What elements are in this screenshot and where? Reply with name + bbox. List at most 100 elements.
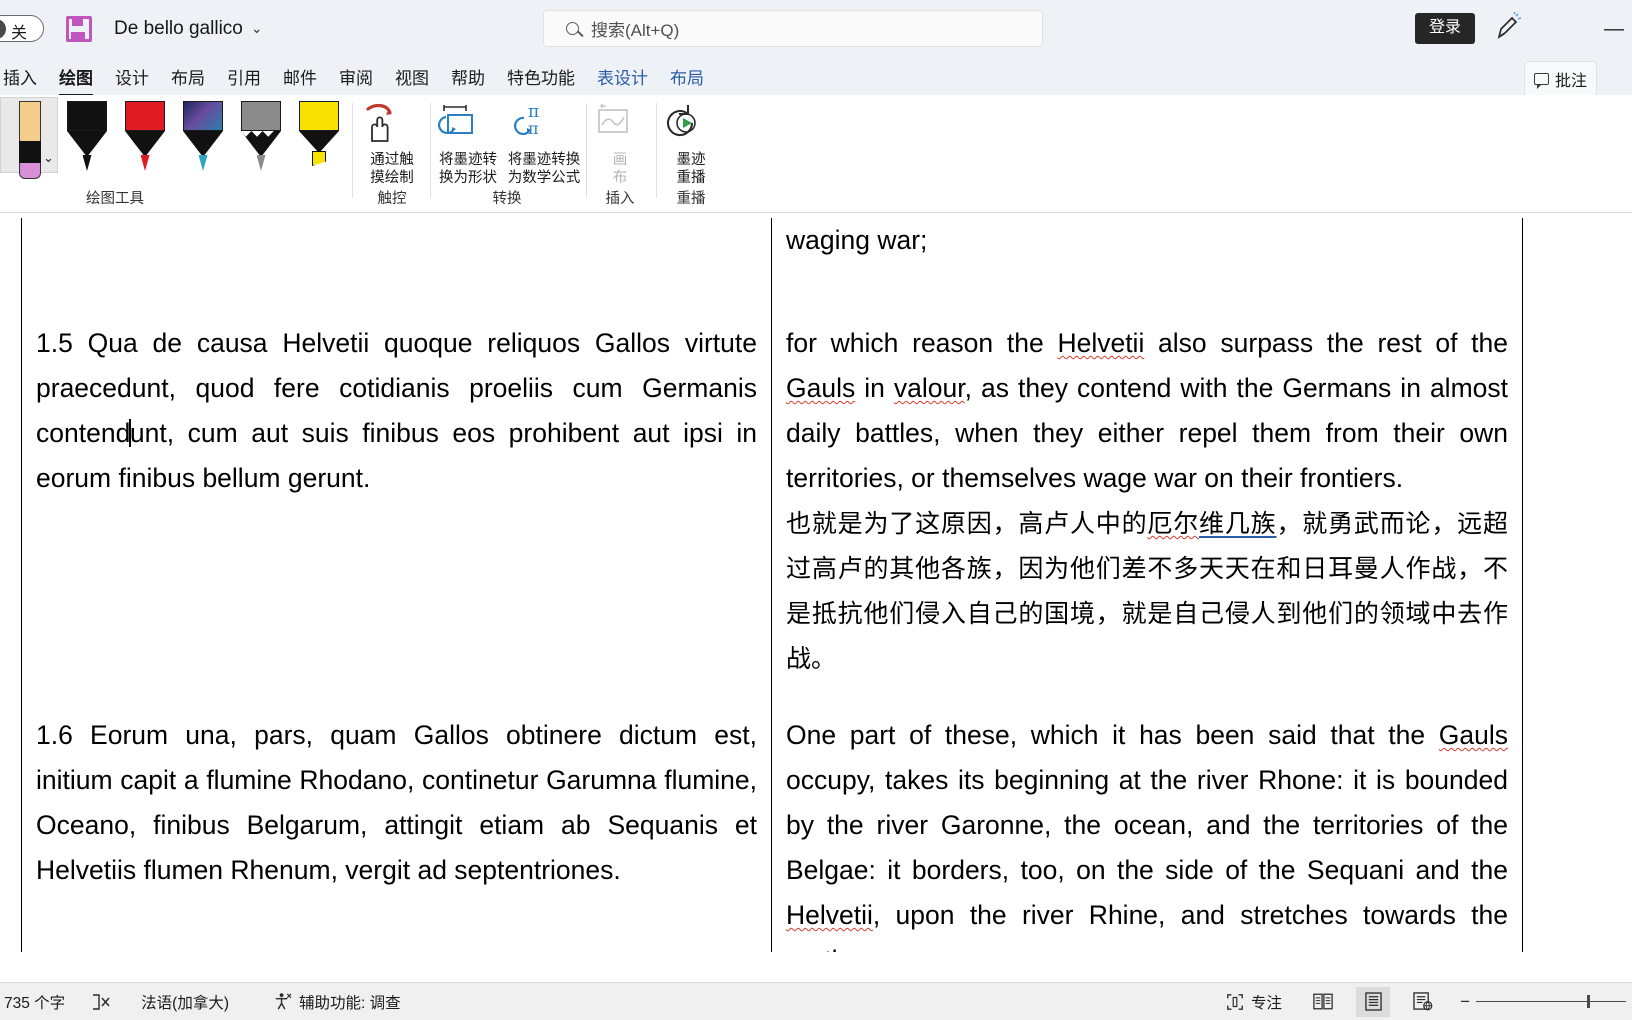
tab-mailings[interactable]: 邮件 xyxy=(272,61,328,92)
comment-bubble-icon xyxy=(1534,73,1549,89)
group-divider xyxy=(586,103,587,198)
proofing-errors-icon xyxy=(93,993,110,1010)
proofing-status[interactable] xyxy=(91,993,111,1011)
galaxy-pen[interactable] xyxy=(174,97,232,173)
gray-pencil[interactable] xyxy=(232,97,290,173)
gray-pencil-icon xyxy=(241,101,281,171)
word-count[interactable]: 735 个字 xyxy=(4,991,65,1013)
ribbon: ⌄ 绘图工具 通过触 摸绘制 触控 将墨迹转 换为形状 π π 将墨迹转换 为数… xyxy=(0,95,1632,313)
pen-annotate-icon[interactable] xyxy=(1492,12,1522,42)
drawing-canvas-button[interactable]: 画 布 xyxy=(588,95,652,186)
ink-to-math-button[interactable]: π π 将墨迹转换 为数学公式 xyxy=(506,95,582,187)
tab-draw[interactable]: 绘图 xyxy=(48,61,104,97)
tab-special-features[interactable]: 特色功能 xyxy=(496,61,586,92)
pen-eraser-selected[interactable]: ⌄ xyxy=(0,97,58,179)
group-divider xyxy=(430,103,431,198)
autosave-knob xyxy=(0,18,6,39)
group-label-convert: 转换 xyxy=(492,191,522,207)
latin-paragraph-1-6: 1.6 Eorum una, pars, quam Gallos obtiner… xyxy=(36,720,757,885)
ribbon-group-replay: 墨迹 重播 重播 xyxy=(658,95,724,213)
minimize-button[interactable]: — xyxy=(1604,18,1624,41)
red-pen[interactable] xyxy=(116,97,174,173)
print-layout-icon xyxy=(1364,992,1382,1011)
view-web-layout-button[interactable] xyxy=(1406,987,1440,1017)
document-title-text: De bello gallico xyxy=(114,17,243,39)
ink-to-shape-label: 将墨迹转 换为形状 xyxy=(439,152,497,187)
table-row[interactable]: 1.5 Qua de causa Helvetii quoque reliquo… xyxy=(22,303,1522,713)
draw-with-touch-icon xyxy=(366,103,392,142)
draw-with-touch-label: 通过触 摸绘制 xyxy=(370,152,414,187)
ink-to-math-icon: π π xyxy=(514,102,539,138)
group-divider xyxy=(352,103,353,198)
tab-table-design[interactable]: 表设计 xyxy=(586,61,659,92)
ribbon-group-drawing-tools: ⌄ 绘图工具 xyxy=(0,95,352,213)
draw-with-touch-button[interactable]: 通过触 摸绘制 xyxy=(356,95,428,187)
ribbon-group-convert: 将墨迹转 换为形状 π π 将墨迹转换 为数学公式 转换 xyxy=(432,95,582,213)
table-cell-latin[interactable] xyxy=(22,218,771,303)
table-cell-latin[interactable]: 1.5 Qua de causa Helvetii quoque reliquo… xyxy=(22,303,771,713)
tab-references[interactable]: 引用 xyxy=(216,61,272,92)
save-icon[interactable] xyxy=(66,15,92,42)
table-row[interactable]: waging war; xyxy=(22,218,1522,303)
ink-replay-label: 墨迹 重播 xyxy=(676,152,706,187)
document-title[interactable]: De bello gallico ⌄ xyxy=(114,18,263,40)
table-cell-translation[interactable]: One part of these, which it has been sai… xyxy=(771,713,1522,952)
yellow-highlighter-icon xyxy=(299,101,339,166)
read-mode-icon xyxy=(1313,993,1333,1010)
autosave-toggle[interactable]: 关 xyxy=(0,15,44,42)
tab-help[interactable]: 帮助 xyxy=(440,61,496,92)
chevron-down-icon[interactable]: ⌄ xyxy=(251,20,263,37)
view-read-mode-button[interactable] xyxy=(1306,987,1340,1017)
accessibility-icon xyxy=(275,993,292,1010)
tab-table-layout[interactable]: 布局 xyxy=(659,61,715,92)
tab-insert[interactable]: 插入 xyxy=(0,61,48,92)
latin-paragraph-1-5: 1.5 Qua de causa Helvetii quoque reliquo… xyxy=(36,328,757,493)
search-input[interactable]: 搜索(Alt+Q) xyxy=(543,10,1043,47)
table-cell-latin[interactable]: 1.6 Eorum una, pars, quam Gallos obtiner… xyxy=(22,713,771,952)
group-label-insert: 插入 xyxy=(605,191,635,207)
english-paragraph-1-5: for which reason the Helvetii also surpa… xyxy=(786,328,1509,493)
ribbon-tab-bar: 插入 绘图 设计 布局 引用 邮件 审阅 视图 帮助 特色功能 表设计 布局 批… xyxy=(0,57,1632,97)
tab-design[interactable]: 设计 xyxy=(104,61,160,92)
red-pen-icon xyxy=(125,101,165,171)
focus-mode-icon xyxy=(1227,993,1243,1010)
language-indicator[interactable]: 法语(加拿大) xyxy=(141,991,229,1013)
tab-review[interactable]: 审阅 xyxy=(328,61,384,92)
ink-replay-button[interactable]: 墨迹 重播 xyxy=(658,95,724,187)
search-placeholder: 搜索(Alt+Q) xyxy=(591,21,680,40)
accessibility-status[interactable]: 辅助功能: 调查 xyxy=(273,991,401,1013)
autosave-state-label: 关 xyxy=(11,23,28,42)
ink-to-shape-button[interactable]: 将墨迹转 换为形状 xyxy=(432,95,504,187)
document-canvas[interactable]: waging war; 1.5 Qua de causa Helvetii qu… xyxy=(0,213,1632,952)
yellow-highlighter[interactable] xyxy=(290,97,348,173)
search-icon xyxy=(566,22,579,35)
group-label-touch: 触控 xyxy=(377,191,407,207)
black-pen[interactable] xyxy=(58,97,116,173)
autosave-switch[interactable]: 关 xyxy=(0,15,44,42)
table-cell-translation[interactable]: for which reason the Helvetii also surpa… xyxy=(771,303,1522,713)
comments-label: 批注 xyxy=(1555,73,1588,90)
bilingual-table[interactable]: waging war; 1.5 Qua de causa Helvetii qu… xyxy=(21,218,1523,952)
web-layout-icon xyxy=(1413,992,1433,1011)
ribbon-group-insert: 画 布 插入 xyxy=(588,95,652,213)
sign-in-button[interactable]: 登录 xyxy=(1415,13,1476,44)
text-caret xyxy=(129,419,131,447)
table-row[interactable]: 1.6 Eorum una, pars, quam Gallos obtiner… xyxy=(22,713,1522,952)
tab-layout[interactable]: 布局 xyxy=(160,61,216,92)
zoom-slider[interactable]: − xyxy=(1460,992,1626,1012)
zoom-track[interactable] xyxy=(1476,996,1626,1006)
ink-to-shape-icon xyxy=(438,105,473,134)
ink-to-math-label: 将墨迹转换 为数学公式 xyxy=(507,152,581,187)
ink-replay-icon xyxy=(667,105,696,137)
eraser-pen-icon xyxy=(19,101,41,179)
pen-gallery[interactable]: ⌄ xyxy=(0,97,348,179)
chevron-down-icon[interactable]: ⌄ xyxy=(43,150,54,166)
table-cell-translation[interactable]: waging war; xyxy=(771,218,1522,303)
tab-view[interactable]: 视图 xyxy=(384,61,440,92)
zoom-out-button[interactable]: − xyxy=(1460,992,1470,1012)
focus-mode-button[interactable]: 专注 xyxy=(1226,991,1282,1013)
group-divider xyxy=(656,103,657,198)
chinese-paragraph-1-5: 也就是为了这原因，高卢人中的厄尔维几族，就勇武而论，远超过高卢的其他各族，因为他… xyxy=(786,509,1508,673)
comments-button[interactable]: 批注 xyxy=(1524,61,1598,97)
view-print-layout-button[interactable] xyxy=(1356,986,1391,1017)
